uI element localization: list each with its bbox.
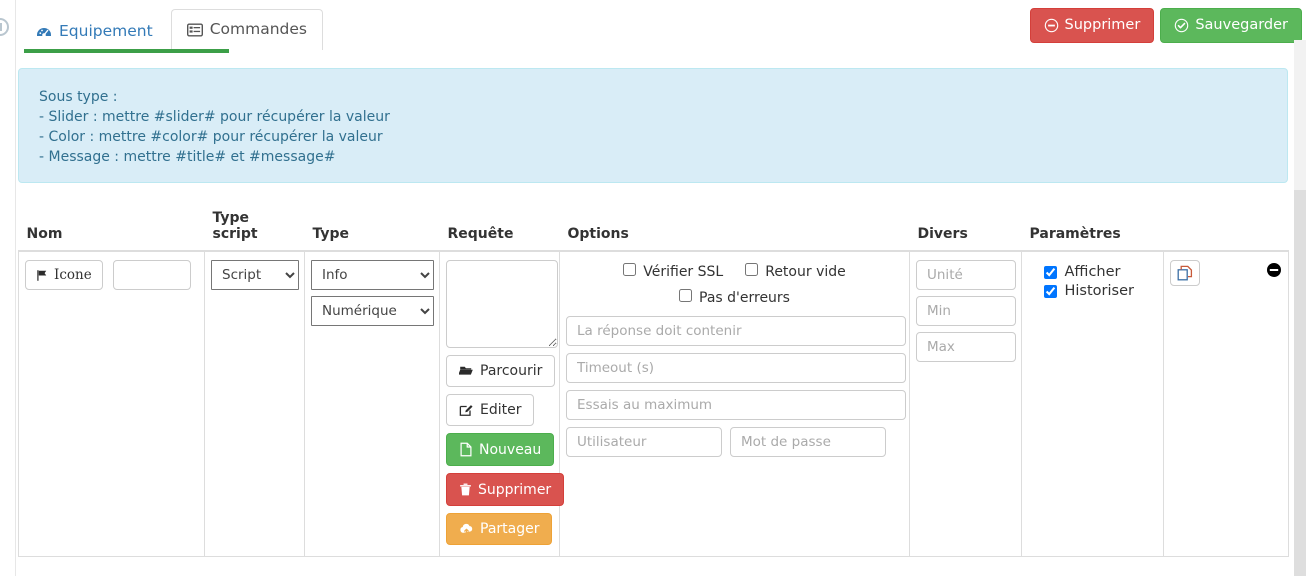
type-script-select[interactable]: Script: [211, 260, 299, 290]
verify-ssl-label: Vérifier SSL: [643, 264, 724, 280]
share-button-label: Partager: [480, 521, 540, 537]
col-header-nom: Nom: [18, 204, 205, 252]
tab-list: Equipement Commandes: [20, 0, 325, 53]
empty-return-checkbox-label[interactable]: Retour vide: [745, 262, 846, 282]
max-tries-input[interactable]: [566, 390, 906, 420]
cell-nom: Icone: [18, 251, 205, 557]
historiser-checkbox[interactable]: [1043, 284, 1057, 298]
file-icon: [459, 442, 473, 457]
browse-button[interactable]: Parcourir: [446, 355, 556, 387]
pencil-square-icon: [459, 403, 474, 417]
minus-circle-filled-icon[interactable]: [1266, 260, 1282, 282]
empty-return-label: Retour vide: [765, 264, 846, 280]
col-header-options: Options: [559, 204, 910, 252]
command-name-input[interactable]: [112, 260, 191, 290]
subtype-info-alert: Sous type : - Slider : mettre #slider# p…: [18, 68, 1288, 183]
tab-commandes-label: Commandes: [209, 20, 307, 39]
cell-requete: Parcourir Editer Nouveau Supprimer Parta…: [439, 251, 565, 557]
alert-line-1: Sous type :: [39, 89, 118, 105]
min-input[interactable]: [916, 296, 1016, 326]
options-checkbox-group: Vérifier SSL Retour vide Pas d'erreurs: [566, 260, 903, 316]
list-alt-icon: [186, 22, 203, 38]
afficher-checkbox[interactable]: [1043, 265, 1057, 279]
historiser-label: Historiser: [1064, 283, 1134, 299]
table-body: Icone Script Info Numérique Parcourir Ed…: [18, 251, 1289, 557]
trash-icon: [459, 482, 472, 497]
username-input[interactable]: [566, 427, 722, 457]
table-head: Nom Type script Type Requête Options Div…: [18, 204, 1289, 252]
verify-ssl-checkbox-label[interactable]: Vérifier SSL: [623, 262, 723, 282]
delete-request-button-label: Supprimer: [478, 481, 552, 498]
alert-line-3: - Color : mettre #color# pour récupérer …: [39, 129, 383, 145]
edit-button[interactable]: Editer: [446, 394, 535, 426]
tab-commandes[interactable]: Commandes: [170, 9, 323, 50]
alert-line-4: - Message : mettre #title# et #message#: [39, 149, 336, 165]
request-textarea[interactable]: [446, 260, 558, 348]
new-button-label: Nouveau: [479, 441, 542, 458]
cell-type: Info Numérique: [304, 251, 440, 557]
new-button[interactable]: Nouveau: [446, 433, 555, 466]
empty-return-checkbox[interactable]: [745, 263, 759, 276]
flag-icon: [36, 269, 49, 282]
browse-button-label: Parcourir: [480, 363, 543, 379]
unit-input[interactable]: [916, 260, 1016, 290]
page-scrollbar-thumb[interactable]: [1294, 40, 1306, 190]
col-header-parametres: Paramètres: [1021, 204, 1164, 252]
folder-open-icon: [459, 364, 474, 378]
share-button[interactable]: Partager: [446, 513, 553, 545]
afficher-checkbox-label[interactable]: Afficher: [1043, 264, 1142, 280]
no-errors-checkbox[interactable]: [679, 289, 692, 302]
col-header-divers: Divers: [909, 204, 1022, 252]
historiser-checkbox-label[interactable]: Historiser: [1043, 283, 1142, 299]
col-header-requete: Requête: [439, 204, 560, 252]
no-errors-checkbox-label[interactable]: Pas d'erreurs: [679, 288, 790, 308]
icone-button[interactable]: Icone: [25, 260, 103, 290]
cell-type-script: Script: [204, 251, 305, 557]
type-select[interactable]: Info: [311, 260, 434, 290]
icone-button-label: Icone: [54, 267, 92, 283]
duplicate-command-button[interactable]: [1170, 260, 1200, 286]
col-header-actions: [1163, 204, 1289, 252]
password-input[interactable]: [730, 427, 886, 457]
cell-actions: [1163, 251, 1289, 557]
max-input[interactable]: [916, 332, 1016, 362]
left-rail: [0, 0, 16, 576]
copy-icon: [1177, 265, 1193, 281]
check-circle-icon: [1174, 18, 1189, 33]
header-actions: Supprimer Sauvegarder: [1029, 8, 1302, 43]
tab-equipement-label: Equipement: [59, 21, 153, 40]
commands-table-wrap: Nom Type script Type Requête Options Div…: [18, 204, 1289, 557]
cell-divers: [909, 251, 1022, 557]
save-button-label: Sauvegarder: [1195, 17, 1288, 34]
parametres-checkbox-group: Afficher Historiser: [1028, 260, 1157, 299]
minus-circle-icon: [1044, 18, 1059, 33]
response-contains-input[interactable]: [566, 316, 906, 346]
delete-button[interactable]: Supprimer: [1029, 8, 1155, 43]
tab-equipement[interactable]: Equipement: [20, 12, 169, 50]
active-tab-underline: [24, 49, 229, 53]
timeout-input[interactable]: [566, 353, 906, 383]
options-inputs: [566, 316, 906, 457]
delete-button-label: Supprimer: [1064, 17, 1141, 34]
page-scrollbar[interactable]: [1294, 40, 1306, 576]
delete-request-button[interactable]: Supprimer: [446, 473, 565, 506]
col-header-type-script: Type script: [204, 204, 305, 252]
commands-table: Nom Type script Type Requête Options Div…: [18, 204, 1289, 557]
alert-line-2: - Slider : mettre #slider# pour récupére…: [39, 109, 390, 125]
subtype-select[interactable]: Numérique: [311, 296, 434, 326]
tab-bar: Equipement Commandes Supprimer Sauvegard…: [16, 0, 1306, 53]
col-header-type: Type: [304, 204, 440, 252]
table-row: Icone Script Info Numérique Parcourir Ed…: [18, 251, 1289, 557]
cell-options: Vérifier SSL Retour vide Pas d'erreurs: [559, 251, 910, 557]
save-button[interactable]: Sauvegarder: [1160, 8, 1302, 43]
no-errors-label: Pas d'erreurs: [699, 290, 790, 306]
verify-ssl-checkbox[interactable]: [623, 263, 637, 276]
table-header-row: Nom Type script Type Requête Options Div…: [18, 204, 1289, 252]
cloud-upload-icon: [459, 522, 474, 536]
cell-parametres: Afficher Historiser: [1021, 251, 1164, 557]
afficher-label: Afficher: [1064, 264, 1121, 280]
dashboard-icon: [36, 24, 52, 40]
edit-button-label: Editer: [480, 402, 522, 418]
